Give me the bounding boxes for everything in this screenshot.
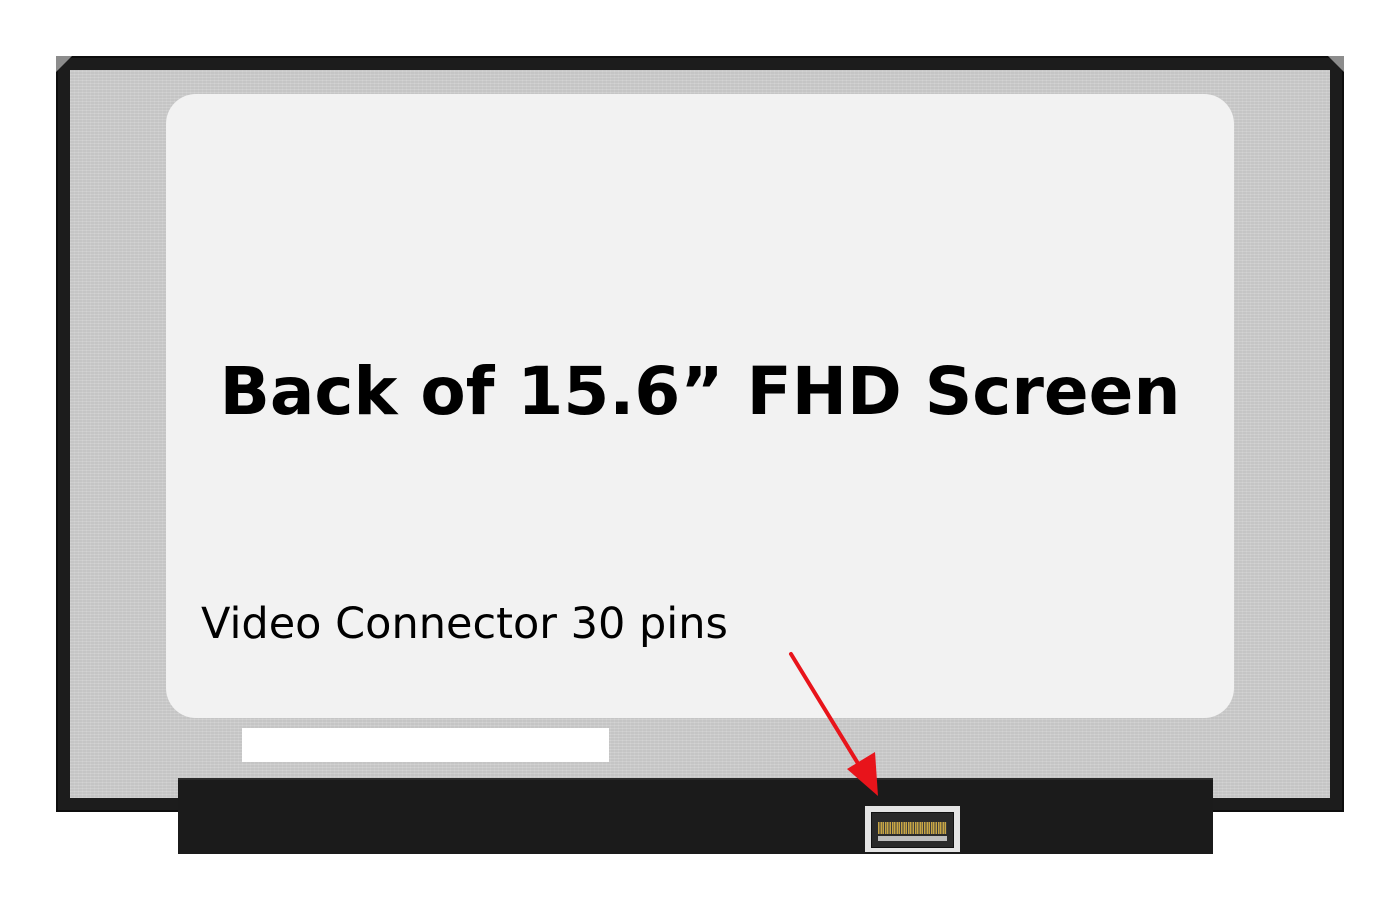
screen-illustration: Back of 15.6” FHD Screen Video Connector… xyxy=(0,0,1400,909)
red-arrow-icon xyxy=(789,652,878,796)
